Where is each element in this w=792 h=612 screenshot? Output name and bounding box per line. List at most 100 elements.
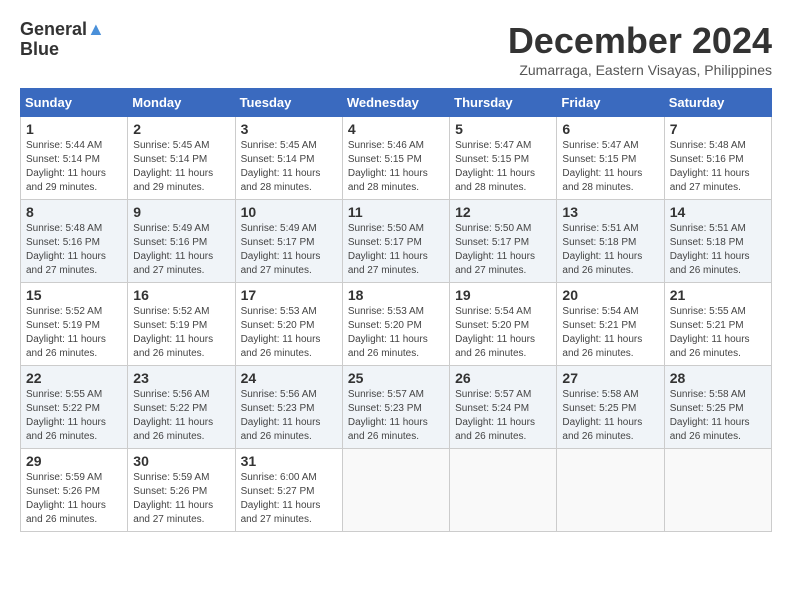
day-info: Sunrise: 5:51 AMSunset: 5:18 PMDaylight:… bbox=[670, 222, 766, 278]
calendar-day-cell: 11 Sunrise: 5:50 AMSunset: 5:17 PMDayligh… bbox=[342, 200, 449, 283]
calendar-day-cell: 5 Sunrise: 5:47 AMSunset: 5:15 PMDaylight… bbox=[450, 117, 557, 200]
day-info: Sunrise: 5:57 AMSunset: 5:23 PMDaylight:… bbox=[348, 388, 444, 444]
calendar-day-cell: 22 Sunrise: 5:55 AMSunset: 5:22 PMDayligh… bbox=[21, 366, 128, 449]
day-number: 29 bbox=[26, 453, 122, 469]
calendar-day-cell: 8 Sunrise: 5:48 AMSunset: 5:16 PMDaylight… bbox=[21, 200, 128, 283]
calendar-day-cell: 19 Sunrise: 5:54 AMSunset: 5:20 PMDayligh… bbox=[450, 283, 557, 366]
calendar-day-cell: 26 Sunrise: 5:57 AMSunset: 5:24 PMDayligh… bbox=[450, 366, 557, 449]
calendar-day-cell: 13Sunrise: 5:51 AMSunset: 5:18 PMDayligh… bbox=[557, 200, 664, 283]
day-info: Sunrise: 5:56 AMSunset: 5:23 PMDaylight:… bbox=[241, 388, 337, 444]
day-number: 3 bbox=[241, 121, 337, 137]
weekday-header-cell: Sunday bbox=[21, 89, 128, 117]
day-number: 30 bbox=[133, 453, 229, 469]
day-number: 19 bbox=[455, 287, 551, 303]
calendar-day-cell: 6Sunrise: 5:47 AMSunset: 5:15 PMDaylight… bbox=[557, 117, 664, 200]
calendar-day-cell: 28 Sunrise: 5:58 AMSunset: 5:25 PMDayligh… bbox=[664, 366, 771, 449]
day-number: 18 bbox=[348, 287, 444, 303]
day-info: Sunrise: 5:48 AMSunset: 5:16 PMDaylight:… bbox=[670, 139, 766, 195]
title-area: December 2024 Zumarraga, Eastern Visayas… bbox=[508, 20, 772, 78]
calendar-day-cell: 25 Sunrise: 5:57 AMSunset: 5:23 PMDayligh… bbox=[342, 366, 449, 449]
day-number: 10 bbox=[241, 204, 337, 220]
day-info: Sunrise: 5:45 AMSunset: 5:14 PMDaylight:… bbox=[241, 139, 337, 195]
calendar-week-row: 8 Sunrise: 5:48 AMSunset: 5:16 PMDaylight… bbox=[21, 200, 772, 283]
calendar-week-row: 15 Sunrise: 5:52 AMSunset: 5:19 PMDayligh… bbox=[21, 283, 772, 366]
day-info: Sunrise: 5:46 AMSunset: 5:15 PMDaylight:… bbox=[348, 139, 444, 195]
logo: General▲Blue bbox=[20, 20, 105, 60]
calendar-week-row: 29 Sunrise: 5:59 AMSunset: 5:26 PMDayligh… bbox=[21, 449, 772, 532]
day-number: 31 bbox=[241, 453, 337, 469]
weekday-header-cell: Friday bbox=[557, 89, 664, 117]
day-number: 14 bbox=[670, 204, 766, 220]
day-number: 17 bbox=[241, 287, 337, 303]
day-info: Sunrise: 5:58 AMSunset: 5:25 PMDaylight:… bbox=[670, 388, 766, 444]
day-number: 8 bbox=[26, 204, 122, 220]
day-info: Sunrise: 5:53 AMSunset: 5:20 PMDaylight:… bbox=[241, 305, 337, 361]
day-number: 5 bbox=[455, 121, 551, 137]
day-info: Sunrise: 5:58 AMSunset: 5:25 PMDaylight:… bbox=[562, 388, 658, 444]
day-number: 11 bbox=[348, 204, 444, 220]
day-info: Sunrise: 5:54 AMSunset: 5:21 PMDaylight:… bbox=[562, 305, 658, 361]
calendar-day-cell: 21Sunrise: 5:55 AMSunset: 5:21 PMDayligh… bbox=[664, 283, 771, 366]
calendar-day-cell: 31 Sunrise: 6:00 AMSunset: 5:27 PMDayligh… bbox=[235, 449, 342, 532]
day-info: Sunrise: 5:55 AMSunset: 5:22 PMDaylight:… bbox=[26, 388, 122, 444]
day-info: Sunrise: 5:50 AMSunset: 5:17 PMDaylight:… bbox=[455, 222, 551, 278]
day-number: 27 bbox=[562, 370, 658, 386]
day-info: Sunrise: 5:47 AMSunset: 5:15 PMDaylight:… bbox=[562, 139, 658, 195]
calendar-day-cell: 23Sunrise: 5:56 AMSunset: 5:22 PMDayligh… bbox=[128, 366, 235, 449]
day-number: 9 bbox=[133, 204, 229, 220]
page-header: General▲Blue December 2024 Zumarraga, Ea… bbox=[20, 20, 772, 78]
day-number: 15 bbox=[26, 287, 122, 303]
calendar-day-cell: 9 Sunrise: 5:49 AMSunset: 5:16 PMDaylight… bbox=[128, 200, 235, 283]
calendar-day-cell: 1 Sunrise: 5:44 AMSunset: 5:14 PMDaylight… bbox=[21, 117, 128, 200]
calendar-day-cell bbox=[342, 449, 449, 532]
day-info: Sunrise: 5:57 AMSunset: 5:24 PMDaylight:… bbox=[455, 388, 551, 444]
weekday-header-cell: Thursday bbox=[450, 89, 557, 117]
calendar-day-cell: 30 Sunrise: 5:59 AMSunset: 5:26 PMDayligh… bbox=[128, 449, 235, 532]
day-number: 22 bbox=[26, 370, 122, 386]
day-number: 2 bbox=[133, 121, 229, 137]
day-info: Sunrise: 5:59 AMSunset: 5:26 PMDaylight:… bbox=[26, 471, 122, 527]
day-number: 28 bbox=[670, 370, 766, 386]
day-info: Sunrise: 5:55 AMSunset: 5:21 PMDaylight:… bbox=[670, 305, 766, 361]
calendar-day-cell: 12 Sunrise: 5:50 AMSunset: 5:17 PMDayligh… bbox=[450, 200, 557, 283]
day-number: 26 bbox=[455, 370, 551, 386]
calendar-day-cell: 16Sunrise: 5:52 AMSunset: 5:19 PMDayligh… bbox=[128, 283, 235, 366]
calendar-day-cell: 27 Sunrise: 5:58 AMSunset: 5:25 PMDayligh… bbox=[557, 366, 664, 449]
day-number: 7 bbox=[670, 121, 766, 137]
day-number: 23 bbox=[133, 370, 229, 386]
day-info: Sunrise: 5:45 AMSunset: 5:14 PMDaylight:… bbox=[133, 139, 229, 195]
calendar-day-cell: 10Sunrise: 5:49 AMSunset: 5:17 PMDayligh… bbox=[235, 200, 342, 283]
day-info: Sunrise: 5:50 AMSunset: 5:17 PMDaylight:… bbox=[348, 222, 444, 278]
calendar-day-cell bbox=[450, 449, 557, 532]
day-info: Sunrise: 5:59 AMSunset: 5:26 PMDaylight:… bbox=[133, 471, 229, 527]
day-number: 4 bbox=[348, 121, 444, 137]
calendar-table: SundayMondayTuesdayWednesdayThursdayFrid… bbox=[20, 88, 772, 532]
day-info: Sunrise: 5:52 AMSunset: 5:19 PMDaylight:… bbox=[26, 305, 122, 361]
day-number: 1 bbox=[26, 121, 122, 137]
calendar-day-cell bbox=[557, 449, 664, 532]
weekday-header-cell: Monday bbox=[128, 89, 235, 117]
calendar-day-cell: 20 Sunrise: 5:54 AMSunset: 5:21 PMDayligh… bbox=[557, 283, 664, 366]
day-info: Sunrise: 6:00 AMSunset: 5:27 PMDaylight:… bbox=[241, 471, 337, 527]
calendar-day-cell: 14 Sunrise: 5:51 AMSunset: 5:18 PMDayligh… bbox=[664, 200, 771, 283]
day-number: 20 bbox=[562, 287, 658, 303]
day-number: 12 bbox=[455, 204, 551, 220]
calendar-day-cell: 7 Sunrise: 5:48 AMSunset: 5:16 PMDaylight… bbox=[664, 117, 771, 200]
day-info: Sunrise: 5:48 AMSunset: 5:16 PMDaylight:… bbox=[26, 222, 122, 278]
calendar-day-cell: 29 Sunrise: 5:59 AMSunset: 5:26 PMDayligh… bbox=[21, 449, 128, 532]
calendar-week-row: 1 Sunrise: 5:44 AMSunset: 5:14 PMDaylight… bbox=[21, 117, 772, 200]
day-info: Sunrise: 5:52 AMSunset: 5:19 PMDaylight:… bbox=[133, 305, 229, 361]
day-number: 25 bbox=[348, 370, 444, 386]
day-info: Sunrise: 5:47 AMSunset: 5:15 PMDaylight:… bbox=[455, 139, 551, 195]
day-number: 13 bbox=[562, 204, 658, 220]
day-info: Sunrise: 5:53 AMSunset: 5:20 PMDaylight:… bbox=[348, 305, 444, 361]
weekday-header-cell: Saturday bbox=[664, 89, 771, 117]
weekday-header-cell: Wednesday bbox=[342, 89, 449, 117]
day-info: Sunrise: 5:54 AMSunset: 5:20 PMDaylight:… bbox=[455, 305, 551, 361]
calendar-day-cell: 3 Sunrise: 5:45 AMSunset: 5:14 PMDaylight… bbox=[235, 117, 342, 200]
logo-text: General▲Blue bbox=[20, 20, 105, 60]
month-title: December 2024 bbox=[508, 20, 772, 62]
day-info: Sunrise: 5:44 AMSunset: 5:14 PMDaylight:… bbox=[26, 139, 122, 195]
weekday-header-cell: Tuesday bbox=[235, 89, 342, 117]
day-info: Sunrise: 5:49 AMSunset: 5:16 PMDaylight:… bbox=[133, 222, 229, 278]
